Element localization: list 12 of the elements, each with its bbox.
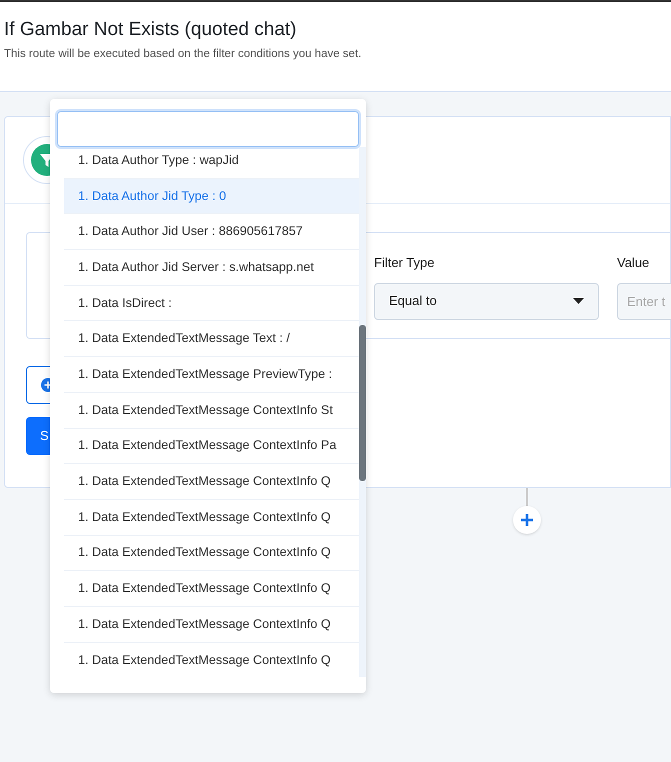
caret-icon — [573, 298, 584, 304]
value-input[interactable]: Enter t — [617, 282, 671, 320]
add-button[interactable] — [513, 506, 541, 534]
scrollbar[interactable] — [359, 147, 366, 677]
page-title: If Gambar Not Exists (quoted chat) — [4, 18, 298, 42]
filter-type-label: Filter Type — [374, 254, 436, 272]
dropdown-search-field[interactable] — [57, 111, 359, 147]
dropdown-option[interactable]: 1. Data Author Jid Type : 0 — [64, 178, 359, 214]
filter-type-select[interactable]: Equal to — [374, 282, 599, 320]
plus-icon — [520, 513, 534, 527]
page-subtitle: This route will be executed based on the filter conditions you have set. — [4, 47, 362, 62]
value-label: Value — [617, 254, 650, 272]
